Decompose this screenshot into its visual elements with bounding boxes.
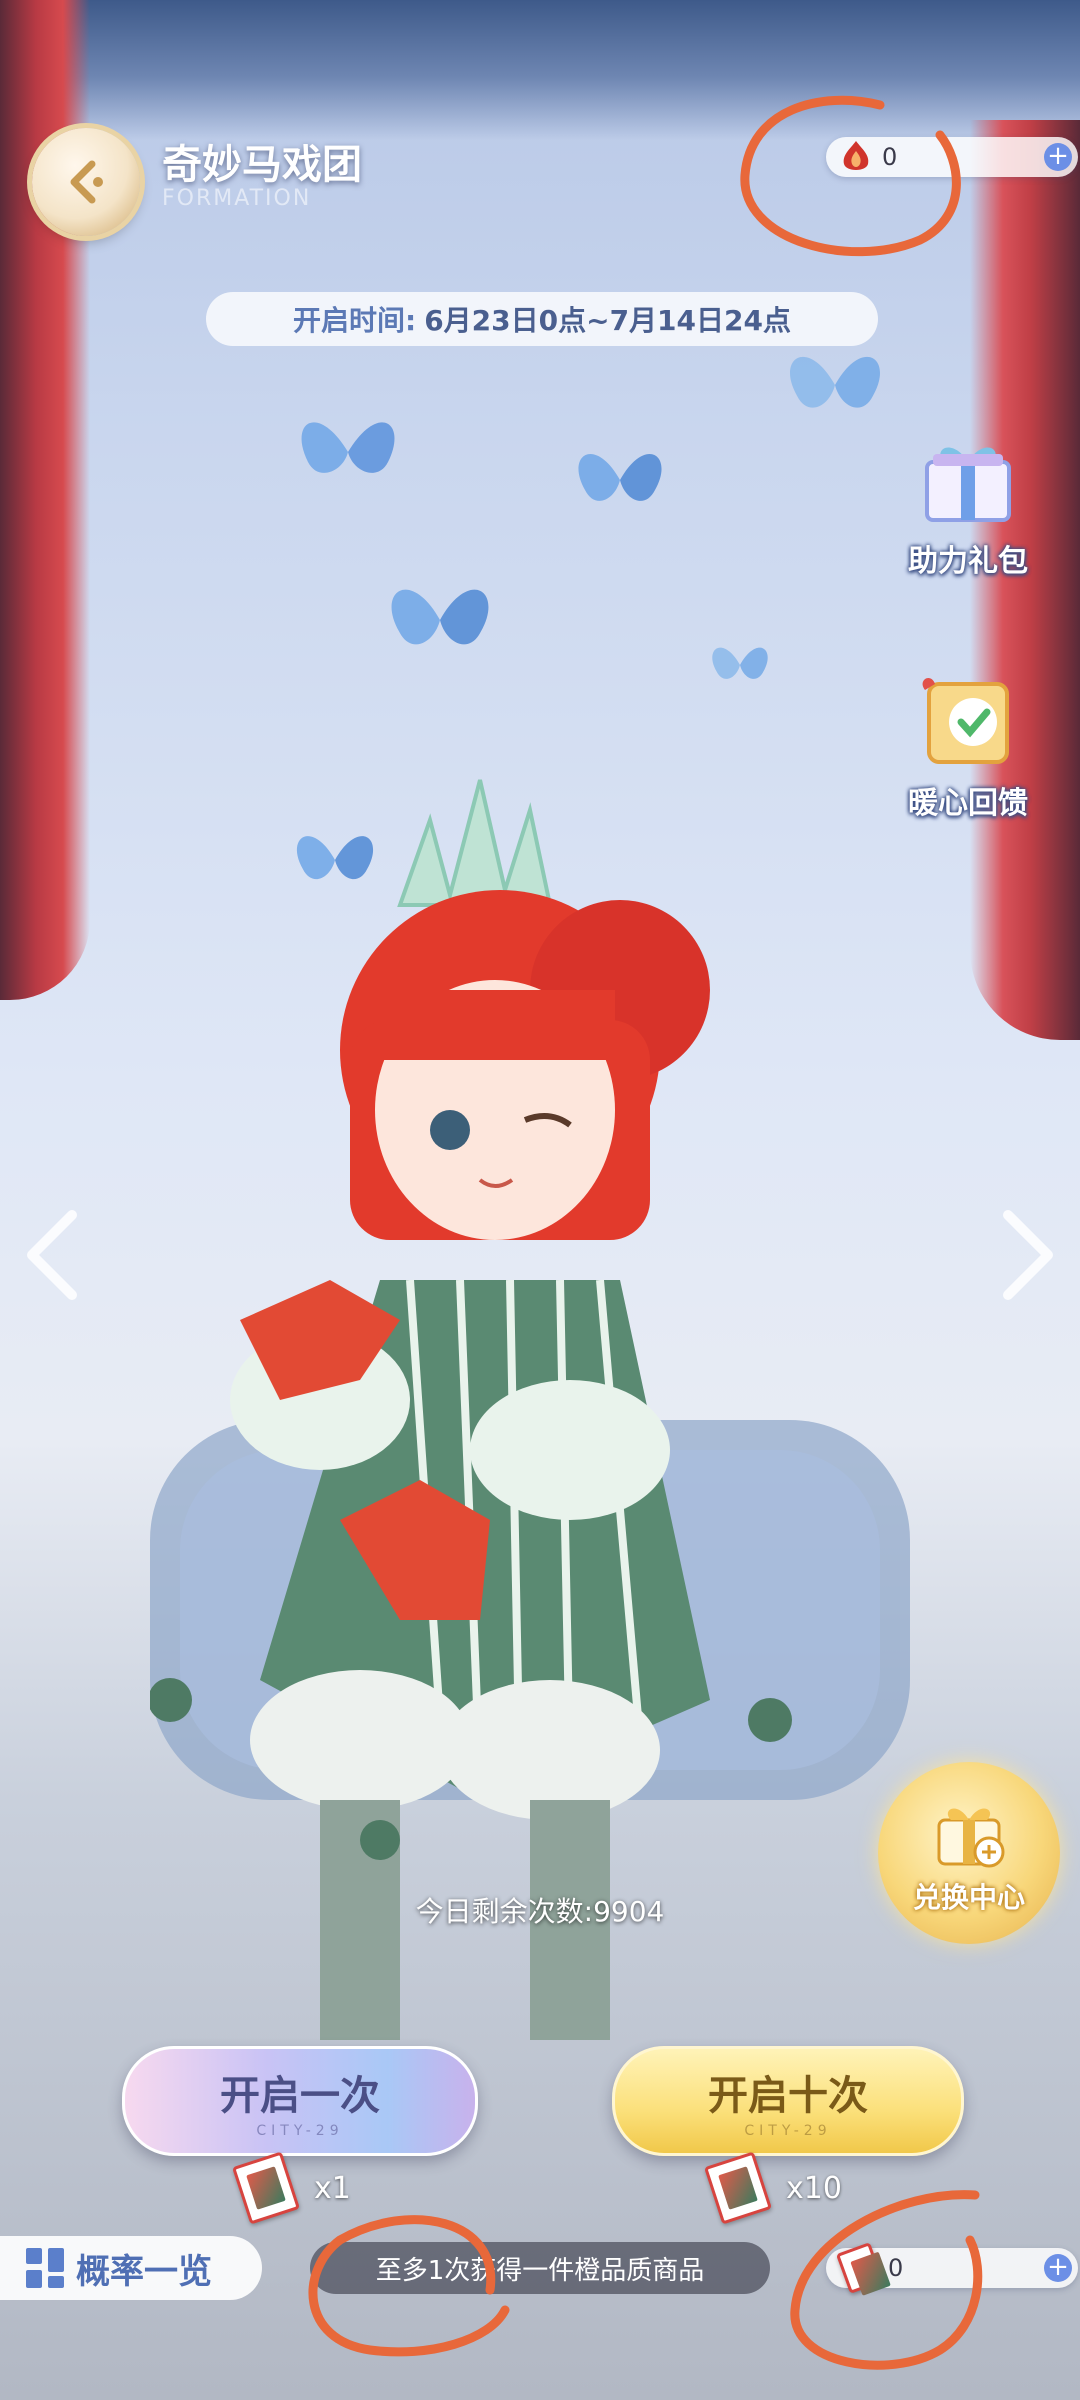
butterfly-icon: [578, 453, 662, 501]
back-button[interactable]: [32, 128, 140, 236]
open-time-value: 6月23日0点~7月14日24点: [424, 304, 791, 337]
support-gift-pack-button[interactable]: 助力礼包: [893, 418, 1043, 580]
annotation-circle-top: [740, 95, 961, 257]
open-time-label: 开启时间:: [292, 304, 417, 337]
gacha-screen: 奇妙马戏团 FORMATION 0 + 开启时间: 6月23日0点~7月14日2…: [0, 0, 1080, 2400]
butterfly-icon: [790, 356, 880, 408]
butterfly-icon: [391, 589, 489, 645]
butterfly-icon: [712, 647, 768, 679]
grid-icon: [26, 2248, 64, 2288]
gift-box-icon: [925, 447, 1011, 522]
plus-icon[interactable]: +: [1044, 143, 1072, 171]
draw-once-label: 开启一次: [220, 2073, 380, 2119]
plus-icon[interactable]: +: [1044, 2254, 1072, 2282]
next-arrow-icon[interactable]: [998, 1210, 1058, 1300]
remaining-draws-text: 今日剩余次数:9904: [415, 1895, 665, 1928]
back-arrow-icon: [70, 160, 103, 204]
gift-exchange-icon: [937, 1808, 1005, 1868]
warm-feedback-button[interactable]: 暖心回馈: [893, 660, 1043, 822]
annotation-circle-bottom-right: [790, 2190, 983, 2370]
draw-ten-label: 开启十次: [708, 2073, 868, 2119]
draw-ten-sublabel: CITY-29: [744, 2123, 832, 2139]
ticket-icon: [704, 2151, 772, 2225]
page-title: 奇妙马戏团: [162, 142, 362, 188]
check-bag-icon: [922, 677, 1009, 764]
draw-ten-button[interactable]: 开启十次 CITY-29: [612, 2046, 964, 2156]
annotation-circle-bottom-left: [308, 2215, 510, 2357]
support-gift-pack-label: 助力礼包: [908, 544, 1028, 579]
probability-list-button[interactable]: 概率一览: [0, 2236, 262, 2300]
butterfly-icon: [301, 422, 395, 473]
probability-list-label: 概率一览: [76, 2251, 212, 2292]
open-time-banner: 开启时间: 6月23日0点~7月14日24点: [206, 292, 878, 346]
page-subtitle: FORMATION: [162, 186, 312, 211]
draw-once-button[interactable]: 开启一次 CITY-29: [122, 2046, 478, 2156]
previous-arrow-icon[interactable]: [22, 1210, 82, 1300]
draw-once-sublabel: CITY-29: [256, 2123, 344, 2139]
character-illustration: [150, 779, 910, 2040]
warm-feedback-label: 暖心回馈: [908, 786, 1028, 821]
stage-curtain-right: [970, 120, 1080, 1040]
